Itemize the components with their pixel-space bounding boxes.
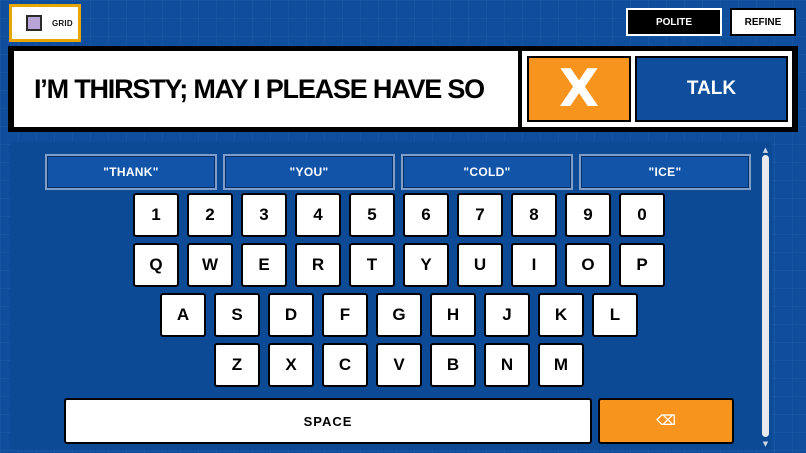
key-s[interactable]: S (214, 293, 260, 337)
space-key[interactable]: SPACE (64, 398, 592, 444)
key-g[interactable]: G (376, 293, 422, 337)
key-c[interactable]: C (322, 343, 368, 387)
scroll-down-icon[interactable]: ▼ (761, 440, 770, 448)
refine-button[interactable]: REFINE (730, 8, 796, 36)
suggestion-button[interactable]: "ICE" (579, 154, 751, 190)
key-v[interactable]: V (376, 343, 422, 387)
polite-button[interactable]: POLITE (626, 8, 722, 36)
key-e[interactable]: E (241, 243, 287, 287)
key-0[interactable]: 0 (619, 193, 665, 237)
clear-button[interactable]: X (527, 56, 631, 122)
key-k[interactable]: K (538, 293, 584, 337)
key-x[interactable]: X (268, 343, 314, 387)
key-8[interactable]: 8 (511, 193, 557, 237)
key-1[interactable]: 1 (133, 193, 179, 237)
key-p[interactable]: P (619, 243, 665, 287)
key-q[interactable]: Q (133, 243, 179, 287)
grid-icon (26, 15, 42, 31)
suggestion-button[interactable]: "COLD" (401, 154, 573, 190)
key-w[interactable]: W (187, 243, 233, 287)
key-d[interactable]: D (268, 293, 314, 337)
backspace-key[interactable]: ⌫ (598, 398, 734, 444)
key-b[interactable]: B (430, 343, 476, 387)
message-text: I’M THIRSTY; MAY I PLEASE HAVE SO (34, 73, 485, 104)
key-4[interactable]: 4 (295, 193, 341, 237)
scrollbar-thumb[interactable] (762, 155, 769, 437)
grid-button[interactable]: GRID (9, 4, 81, 42)
suggestion-button[interactable]: "YOU" (223, 154, 395, 190)
suggestion-button[interactable]: "THANK" (45, 154, 217, 190)
key-3[interactable]: 3 (241, 193, 287, 237)
scroll-up-icon[interactable]: ▲ (761, 146, 770, 154)
key-5[interactable]: 5 (349, 193, 395, 237)
key-u[interactable]: U (457, 243, 503, 287)
key-6[interactable]: 6 (403, 193, 449, 237)
key-i[interactable]: I (511, 243, 557, 287)
key-2[interactable]: 2 (187, 193, 233, 237)
key-a[interactable]: A (160, 293, 206, 337)
key-f[interactable]: F (322, 293, 368, 337)
key-o[interactable]: O (565, 243, 611, 287)
talk-button[interactable]: TALK (635, 56, 788, 122)
key-z[interactable]: Z (214, 343, 260, 387)
key-m[interactable]: M (538, 343, 584, 387)
key-7[interactable]: 7 (457, 193, 503, 237)
backspace-icon: ⌫ (656, 413, 676, 429)
grid-button-label: GRID (52, 18, 73, 28)
key-n[interactable]: N (484, 343, 530, 387)
message-display[interactable]: I’M THIRSTY; MAY I PLEASE HAVE SO (14, 51, 518, 127)
key-r[interactable]: R (295, 243, 341, 287)
key-9[interactable]: 9 (565, 193, 611, 237)
key-y[interactable]: Y (403, 243, 449, 287)
key-h[interactable]: H (430, 293, 476, 337)
key-j[interactable]: J (484, 293, 530, 337)
key-l[interactable]: L (592, 293, 638, 337)
key-t[interactable]: T (349, 243, 395, 287)
